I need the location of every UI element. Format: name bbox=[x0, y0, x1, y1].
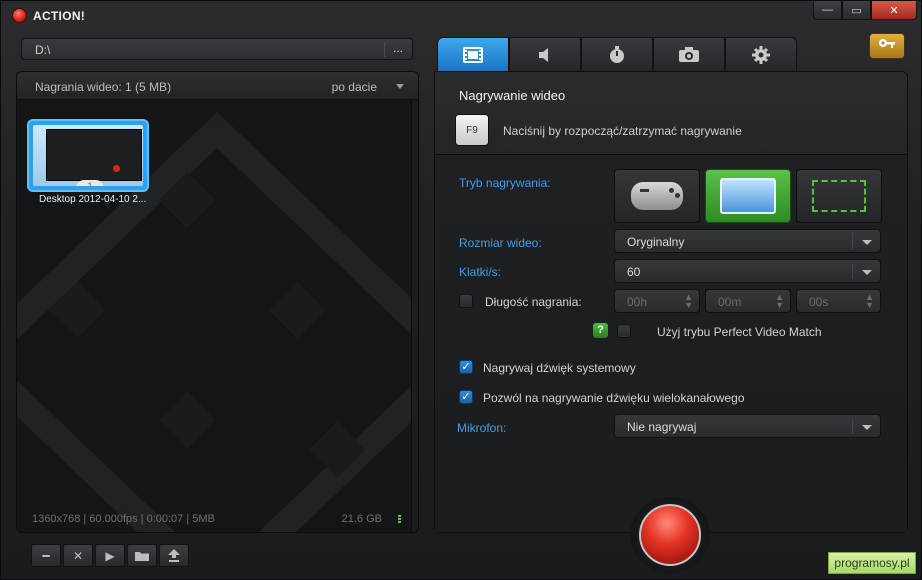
disk-level-indicator bbox=[398, 515, 401, 523]
folder-icon bbox=[135, 551, 149, 561]
key-icon bbox=[879, 39, 895, 48]
microphone-label: Mikrofon: bbox=[457, 421, 507, 435]
microphone-value: Nie nagrywaj bbox=[627, 420, 697, 434]
perfect-match-checkbox[interactable] bbox=[617, 324, 631, 338]
speaker-icon bbox=[539, 47, 548, 62]
spinner-arrows-icon[interactable]: ▲ ▼ bbox=[775, 293, 784, 310]
play-icon: ▶ bbox=[105, 548, 115, 563]
desktop-icon bbox=[720, 178, 776, 214]
play-button[interactable]: ▶ bbox=[95, 544, 125, 567]
tab-timer[interactable] bbox=[581, 37, 653, 71]
recordings-count: Nagrania wideo: 1 (5 MB) bbox=[35, 80, 172, 94]
chevron-down-icon bbox=[862, 425, 872, 430]
stopwatch-icon bbox=[610, 45, 624, 63]
chevron-down-icon bbox=[862, 270, 872, 275]
select-divider bbox=[852, 264, 853, 279]
fps-select[interactable]: 60 bbox=[614, 259, 881, 283]
help-icon[interactable]: ? bbox=[593, 323, 608, 338]
recording-caption: Desktop 2012-04-10 2... bbox=[39, 194, 147, 205]
window-controls: — ▭ ✕ bbox=[813, 1, 917, 20]
section-title: Nagrywanie wideo bbox=[459, 88, 566, 103]
browse-button[interactable]: ... bbox=[386, 40, 410, 58]
duration-checkbox[interactable] bbox=[459, 294, 473, 308]
close-icon: ✕ bbox=[72, 548, 84, 563]
recordings-header: Nagrania wideo: 1 (5 MB) po dacie bbox=[17, 72, 418, 100]
duration-hours-spinner[interactable]: 00h ▲ ▼ bbox=[614, 289, 700, 313]
thumbnail-window-preview bbox=[46, 129, 142, 181]
thumbnail-number: 1 bbox=[76, 180, 104, 186]
system-sound-label: Nagrywaj dźwięk systemowy bbox=[483, 361, 636, 375]
chevron-down-icon[interactable] bbox=[396, 84, 404, 89]
output-path-field[interactable]: D:\ ... bbox=[21, 38, 413, 60]
tab-audio[interactable] bbox=[509, 37, 581, 71]
tab-settings[interactable] bbox=[725, 37, 797, 71]
app-window: ACTION! — ▭ ✕ D:\ ... Nagrania wideo: 1 … bbox=[0, 0, 922, 580]
thumbnail-preview: 1 bbox=[33, 125, 143, 186]
tab-video[interactable] bbox=[437, 37, 509, 71]
upload-button[interactable] bbox=[159, 544, 189, 567]
record-button[interactable] bbox=[630, 497, 710, 573]
duration-seconds-value: 00s bbox=[809, 295, 829, 309]
recordings-panel: Nagrania wideo: 1 (5 MB) po dacie 1 Desk… bbox=[16, 71, 419, 533]
upload-icon bbox=[168, 549, 180, 562]
tab-screenshot[interactable] bbox=[653, 37, 725, 71]
scrollbar[interactable] bbox=[411, 100, 418, 532]
spinner-arrows-icon[interactable]: ▲ ▼ bbox=[684, 293, 693, 310]
select-divider bbox=[852, 419, 853, 434]
select-divider bbox=[852, 234, 853, 249]
system-sound-checkbox[interactable]: ✓ bbox=[459, 360, 473, 374]
recording-thumbnail[interactable]: 1 bbox=[27, 119, 149, 192]
duration-minutes-spinner[interactable]: 00m ▲ ▼ bbox=[705, 289, 791, 313]
settings-tabs bbox=[437, 37, 797, 71]
microphone-select[interactable]: Nie nagrywaj bbox=[614, 414, 881, 438]
multichannel-checkbox[interactable]: ✓ bbox=[459, 390, 473, 404]
hotkey-button[interactable]: F9 bbox=[455, 114, 489, 146]
record-icon bbox=[639, 504, 701, 566]
chevron-down-icon bbox=[862, 240, 872, 245]
mode-region-button[interactable] bbox=[796, 169, 882, 223]
hotkey-description: Naciśnij by rozpocząć/zatrzymać nagrywan… bbox=[503, 124, 742, 138]
multichannel-label: Pozwól na nagrywanie dźwięku wielokanało… bbox=[483, 391, 745, 405]
video-size-label: Rozmiar wideo: bbox=[459, 236, 542, 250]
video-size-select[interactable]: Oryginalny bbox=[614, 229, 881, 253]
duration-label: Długość nagrania: bbox=[485, 295, 582, 309]
video-size-value: Oryginalny bbox=[627, 235, 685, 249]
path-divider bbox=[384, 42, 385, 57]
film-icon bbox=[463, 46, 483, 63]
recording-options: Tryb nagrywania: Rozmiar wideo: Oryginal… bbox=[435, 154, 907, 532]
recordings-toolbar: ━ ✕ ▶ bbox=[31, 544, 189, 567]
app-title: ACTION! bbox=[33, 9, 86, 23]
region-select-icon bbox=[812, 180, 866, 212]
site-watermark: programosy.pl bbox=[828, 552, 916, 574]
recording-info: 1360x768 | 60.000fps | 0:00:07 | 5MB bbox=[32, 513, 215, 525]
fps-value: 60 bbox=[627, 265, 641, 279]
delete-button[interactable]: ✕ bbox=[63, 544, 93, 567]
free-space: 21.6 GB bbox=[341, 513, 382, 525]
fps-label: Klatki/s: bbox=[459, 265, 502, 279]
open-folder-button[interactable] bbox=[127, 544, 157, 567]
mode-game-button[interactable] bbox=[614, 169, 700, 223]
gear-icon bbox=[752, 45, 770, 64]
close-button[interactable]: ✕ bbox=[871, 1, 917, 20]
minus-icon: ━ bbox=[42, 548, 50, 563]
app-logo-icon bbox=[12, 8, 27, 23]
recording-mode-label: Tryb nagrywania: bbox=[459, 176, 551, 190]
sort-dropdown[interactable]: po dacie bbox=[332, 80, 377, 94]
license-key-button[interactable] bbox=[869, 33, 905, 59]
record-dot-icon bbox=[113, 165, 120, 172]
mode-desktop-button[interactable] bbox=[705, 169, 791, 223]
title-bar: ACTION! — ▭ ✕ bbox=[1, 1, 921, 29]
minus-button[interactable]: ━ bbox=[31, 544, 61, 567]
maximize-button[interactable]: ▭ bbox=[842, 1, 871, 20]
camera-icon bbox=[679, 47, 699, 62]
duration-hours-value: 00h bbox=[627, 295, 648, 309]
gamepad-icon bbox=[631, 182, 683, 210]
minimize-button[interactable]: — bbox=[813, 1, 842, 20]
spinner-arrows-icon[interactable]: ▲ ▼ bbox=[865, 293, 874, 310]
video-settings-panel: Nagrywanie wideo F9 Naciśnij by rozpoczą… bbox=[434, 71, 908, 533]
perfect-match-label: Użyj trybu Perfect Video Match bbox=[657, 325, 822, 339]
output-path-value: D:\ bbox=[35, 43, 51, 57]
duration-minutes-value: 00m bbox=[718, 295, 742, 309]
duration-seconds-spinner[interactable]: 00s ▲ ▼ bbox=[796, 289, 881, 313]
